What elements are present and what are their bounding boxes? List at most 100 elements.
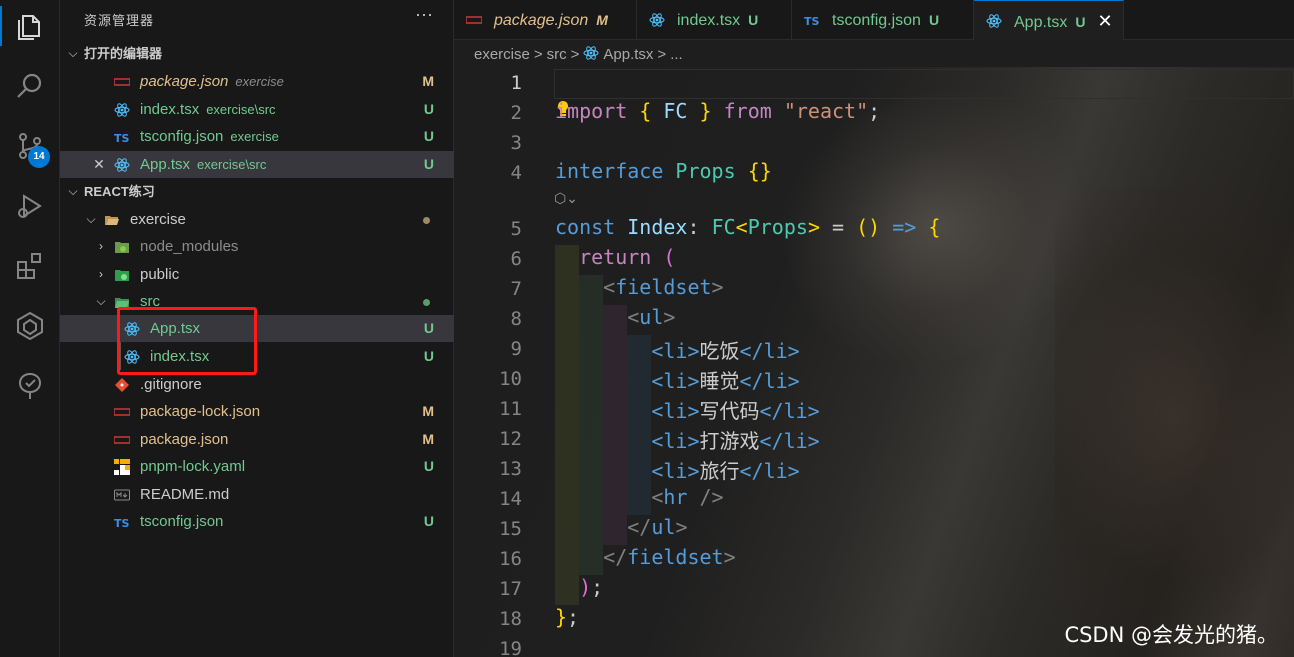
line-number: 18 xyxy=(499,608,522,630)
chevron-down-icon: ⌵ xyxy=(68,46,78,60)
code-line: <li>旅行</li> xyxy=(651,459,800,483)
tab-index-tsx[interactable]: index.tsx U xyxy=(637,0,792,40)
breadcrumb-separator: > xyxy=(533,46,543,63)
webpack-codelens-icon[interactable]: ⬡⌄ xyxy=(554,190,578,207)
open-editor-path: exercise\src xyxy=(206,102,276,117)
background-image-shade xyxy=(1055,187,1294,647)
git-icon xyxy=(115,378,129,392)
tree-item-readme[interactable]: README.md xyxy=(60,481,454,508)
status-badge: U xyxy=(423,128,434,144)
tree-item-pnpm-lock[interactable]: pnpm-lock.yaml U xyxy=(60,453,454,480)
open-editor-item[interactable]: package.json exercise M xyxy=(60,68,454,95)
tree-item-node-modules[interactable]: › node_modules xyxy=(60,233,454,260)
tree-item-public[interactable]: › public xyxy=(60,261,454,288)
tree-item-tsconfig[interactable]: TS tsconfig.json U xyxy=(60,508,454,535)
editor-tabs: package.json M index.tsx U TS tsconfig.jso… xyxy=(454,0,1294,40)
open-editor-name: tsconfig.json xyxy=(140,128,224,145)
open-editor-item-active[interactable]: ✕ App.tsx exercise\src U xyxy=(60,151,454,178)
tsconfig-icon: TS xyxy=(804,15,820,28)
current-line-highlight xyxy=(554,69,1294,99)
status-badge: M xyxy=(596,12,608,28)
status-badge: U xyxy=(423,156,434,172)
tree-item-label: .gitignore xyxy=(140,376,202,393)
breadcrumb-more[interactable]: ... xyxy=(670,46,683,63)
code-line: <fieldset> xyxy=(603,275,724,299)
status-badge: M xyxy=(422,431,434,447)
code-line: <li>打游戏</li> xyxy=(651,429,820,453)
tree-item-label: README.md xyxy=(140,486,230,503)
tab-tsconfig-json[interactable]: TS tsconfig.json U xyxy=(792,0,974,40)
webpack-icon[interactable] xyxy=(14,310,46,342)
breadcrumb-item[interactable]: src xyxy=(547,46,567,63)
code-line: interface Props {} xyxy=(555,159,772,183)
code-line: <hr /> xyxy=(651,485,724,509)
open-editor-name: App.tsx xyxy=(140,156,191,173)
line-number: 10 xyxy=(499,368,522,390)
run-debug-icon[interactable] xyxy=(14,190,46,222)
code-line: }; xyxy=(555,605,580,629)
markdown-icon xyxy=(114,489,130,501)
close-tab-button[interactable]: ✕ xyxy=(1097,11,1112,31)
open-editor-item[interactable]: index.tsx exercise\src U xyxy=(60,96,454,123)
open-editor-path: exercise xyxy=(235,74,284,89)
status-badge: U xyxy=(1075,14,1086,30)
modified-dot xyxy=(423,217,430,224)
tree-item-label: package-lock.json xyxy=(140,403,261,420)
line-number: 14 xyxy=(499,488,522,510)
tab-label: App.tsx xyxy=(1014,14,1068,31)
code-line: <ul> xyxy=(627,305,676,329)
close-icon[interactable]: ✕ xyxy=(92,151,106,178)
active-indicator xyxy=(0,6,2,46)
line-number: 16 xyxy=(499,548,522,570)
code-line: <li>睡觉</li> xyxy=(651,369,800,393)
line-number: 5 xyxy=(510,218,522,240)
explorer-icon[interactable] xyxy=(14,10,46,42)
tab-package-json[interactable]: package.json M xyxy=(454,0,637,40)
explorer-title: 资源管理器 xyxy=(84,13,155,28)
tree-item-package-lock[interactable]: package-lock.json M xyxy=(60,398,454,425)
line-number: 9 xyxy=(510,338,522,360)
open-editor-item[interactable]: TS tsconfig.json exercise U xyxy=(60,123,454,150)
node-folder-icon xyxy=(115,242,129,253)
tree-item-gitignore[interactable]: .gitignore xyxy=(60,371,454,398)
chevron-down-icon: ⌵ xyxy=(96,294,106,308)
line-number: 8 xyxy=(510,308,522,330)
line-number: 11 xyxy=(499,398,522,420)
react-icon xyxy=(649,13,665,27)
code-line: return ( xyxy=(579,245,676,269)
more-actions-button[interactable]: ··· xyxy=(415,4,433,25)
activity-bar: 14 xyxy=(0,0,60,657)
svg-text:TS: TS xyxy=(804,15,820,28)
tsconfig-icon: TS xyxy=(114,517,130,530)
code-line: <li>吃饭</li> xyxy=(651,339,800,363)
folder-open-icon xyxy=(105,216,119,225)
chevron-down-icon: ⌵ xyxy=(86,212,96,226)
tree-item-label: public xyxy=(140,266,180,283)
breadcrumb-item[interactable]: exercise xyxy=(474,46,530,63)
line-number: 13 xyxy=(499,458,522,480)
open-editors-header[interactable]: ⌵ 打开的编辑器 xyxy=(60,40,454,67)
react-icon xyxy=(583,46,599,60)
status-badge: U xyxy=(423,101,434,117)
tab-app-tsx[interactable]: App.tsx U ✕ xyxy=(974,0,1124,40)
tab-label: tsconfig.json xyxy=(832,12,921,29)
extensions-icon[interactable] xyxy=(14,250,46,282)
tree-item-exercise[interactable]: ⌵ exercise xyxy=(60,206,454,233)
status-badge: M xyxy=(422,73,434,89)
workspace-header[interactable]: ⌵ REACT练习 xyxy=(60,178,454,205)
line-number: 7 xyxy=(510,278,522,300)
search-icon[interactable] xyxy=(14,70,46,102)
chevron-right-icon: › xyxy=(99,267,103,281)
open-editor-name: package.json xyxy=(140,73,229,90)
status-badge: U xyxy=(423,513,434,529)
remote-explorer-icon[interactable] xyxy=(14,370,46,402)
tree-item-package-json[interactable]: package.json M xyxy=(60,426,454,453)
tab-label: index.tsx xyxy=(677,12,741,29)
watermark: CSDN @会发光的猪。 xyxy=(1064,623,1278,647)
tree-item-label: tsconfig.json xyxy=(140,513,224,530)
status-badge: U xyxy=(748,12,759,28)
breadcrumb-item[interactable]: App.tsx xyxy=(603,46,653,63)
code-editor[interactable]: 1 2 3 4 5 6 7 8 9 10 11 12 13 14 15 16 1… xyxy=(455,67,1294,657)
code-line: <li>写代码</li> xyxy=(651,399,820,423)
code-line: ); xyxy=(579,575,604,599)
